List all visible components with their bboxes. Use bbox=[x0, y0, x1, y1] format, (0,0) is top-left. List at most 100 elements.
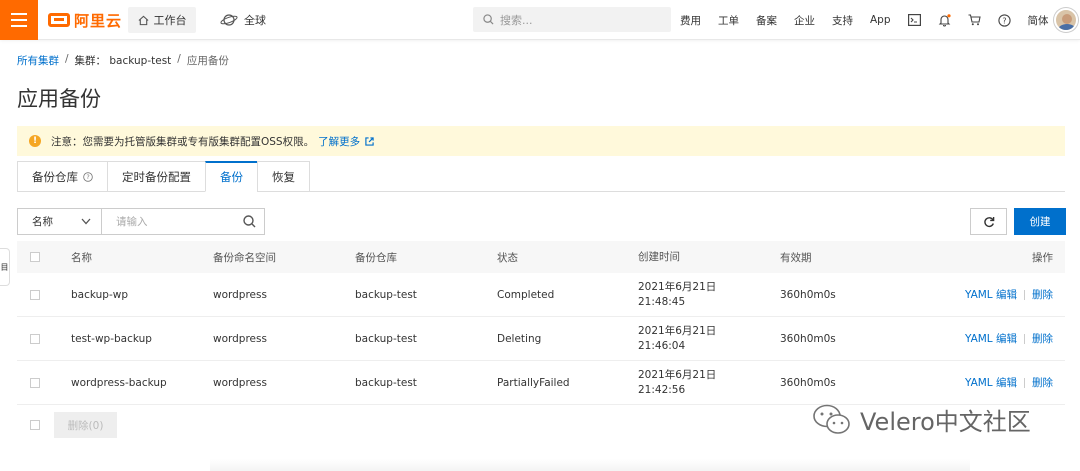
terminal-icon[interactable] bbox=[908, 13, 922, 27]
language-switch[interactable]: 简体 bbox=[1028, 13, 1049, 28]
action-divider bbox=[1024, 289, 1025, 300]
global-search-input[interactable]: 搜索... bbox=[473, 7, 671, 32]
yaml-edit-link[interactable]: YAML 编辑 bbox=[965, 375, 1017, 390]
nav-right: 费用 工单 备案 企业 支持 App ? 简体 bbox=[680, 0, 1066, 40]
side-drawer-handle[interactable]: 目 bbox=[0, 248, 10, 286]
search-icon bbox=[483, 14, 494, 25]
yaml-edit-link[interactable]: YAML 编辑 bbox=[965, 331, 1017, 346]
notice-text: 注意：您需要为托管版集群或专有版集群配置OSS权限。 bbox=[51, 135, 315, 148]
nav-link-icp[interactable]: 备案 bbox=[756, 13, 777, 28]
search-placeholder: 搜索... bbox=[500, 13, 533, 27]
created-time: 21:48:45 bbox=[638, 295, 686, 308]
col-name: 名称 bbox=[71, 251, 92, 264]
breadcrumb-all-clusters[interactable]: 所有集群 bbox=[17, 53, 59, 68]
select-all-checkbox[interactable] bbox=[30, 252, 40, 262]
created-date: 2021年6月21日 bbox=[638, 368, 717, 381]
breadcrumb-separator: / bbox=[65, 53, 69, 65]
region-label: 全球 bbox=[244, 14, 266, 27]
filter-field-select[interactable]: 名称 bbox=[18, 209, 102, 234]
breadcrumb-current: 应用备份 bbox=[186, 55, 229, 67]
tab-bar: 备份仓库 ? 定时备份配置 备份 恢复 bbox=[17, 161, 310, 192]
backup-repo: backup-test bbox=[355, 376, 417, 389]
search-filter: 名称 请输入 bbox=[17, 208, 265, 235]
row-checkbox[interactable] bbox=[30, 377, 40, 388]
breadcrumb-cluster[interactable]: 集群： backup-test bbox=[75, 53, 172, 68]
bell-icon[interactable] bbox=[938, 13, 952, 27]
tab-restore[interactable]: 恢复 bbox=[257, 161, 310, 192]
delete-link[interactable]: 删除 bbox=[1032, 375, 1053, 390]
col-ttl: 有效期 bbox=[780, 251, 812, 264]
backup-repo: backup-test bbox=[355, 332, 417, 345]
backup-ttl: 360h0m0s bbox=[780, 376, 836, 389]
nav-link-support[interactable]: 支持 bbox=[832, 13, 853, 28]
learn-more-link[interactable]: 了解更多 bbox=[318, 134, 375, 149]
filter-field-label: 名称 bbox=[32, 216, 53, 228]
col-repo: 备份仓库 bbox=[355, 251, 397, 264]
backup-namespace: wordpress bbox=[213, 288, 267, 301]
table-row: wordpress-backup wordpress backup-test P… bbox=[17, 361, 1065, 405]
backup-name: test-wp-backup bbox=[71, 332, 152, 345]
workbench-button[interactable]: 工作台 bbox=[128, 7, 196, 33]
backup-namespace: wordpress bbox=[213, 376, 267, 389]
backup-status: PartiallyFailed bbox=[497, 376, 570, 389]
oss-notice-banner: ! 注意：您需要为托管版集群或专有版集群配置OSS权限。 了解更多 bbox=[17, 126, 1065, 156]
footer-select-all-checkbox[interactable] bbox=[30, 420, 40, 430]
create-button[interactable]: 创建 bbox=[1014, 208, 1066, 235]
filter-input[interactable]: 请输入 bbox=[102, 209, 264, 234]
nav-link-tickets[interactable]: 工单 bbox=[718, 13, 739, 28]
col-ops: 操作 bbox=[1032, 251, 1053, 264]
search-icon[interactable] bbox=[243, 215, 256, 228]
learn-more-label: 了解更多 bbox=[318, 135, 361, 148]
row-checkbox[interactable] bbox=[30, 333, 40, 344]
backup-name: backup-wp bbox=[71, 288, 128, 301]
nav-link-billing[interactable]: 费用 bbox=[680, 13, 701, 28]
tab-schedule[interactable]: 定时备份配置 bbox=[107, 161, 206, 192]
created-time: 21:42:56 bbox=[638, 383, 686, 396]
row-checkbox[interactable] bbox=[30, 289, 40, 300]
created-date: 2021年6月21日 bbox=[638, 324, 717, 337]
table-row: backup-wp wordpress backup-test Complete… bbox=[17, 273, 1065, 317]
refresh-icon bbox=[983, 216, 994, 227]
external-link-icon bbox=[365, 136, 375, 146]
refresh-button[interactable] bbox=[970, 208, 1007, 235]
yaml-edit-link[interactable]: YAML 编辑 bbox=[965, 287, 1017, 302]
logo-text: 阿里云 bbox=[74, 11, 123, 30]
nav-link-app[interactable]: App bbox=[870, 14, 891, 26]
backup-ttl: 360h0m0s bbox=[780, 332, 836, 345]
chevron-down-icon bbox=[81, 218, 91, 225]
home-icon bbox=[138, 15, 148, 25]
tab-label: 恢复 bbox=[272, 169, 295, 184]
created-time: 21:46:04 bbox=[638, 339, 686, 352]
tab-backup-repo[interactable]: 备份仓库 ? bbox=[17, 161, 108, 192]
bulk-delete-button[interactable]: 删除(0) bbox=[54, 412, 117, 438]
tab-label: 备份仓库 bbox=[32, 169, 78, 184]
backup-created: 2021年6月21日 21:48:45 bbox=[638, 280, 716, 310]
delete-link[interactable]: 删除 bbox=[1032, 331, 1053, 346]
watermark: Velero中文社区 bbox=[812, 402, 1031, 437]
cart-icon[interactable] bbox=[968, 13, 982, 27]
aliyun-logo[interactable]: 阿里云 bbox=[48, 9, 122, 31]
backup-status: Completed bbox=[497, 288, 555, 301]
tab-backup[interactable]: 备份 bbox=[205, 161, 258, 192]
action-divider bbox=[1024, 377, 1025, 388]
help-circle-icon[interactable]: ? bbox=[83, 171, 93, 182]
top-navbar: 阿里云 工作台 全球 搜索... 费用 工单 备案 企业 支持 App ? 简体 bbox=[0, 0, 1080, 40]
globe-icon bbox=[220, 14, 238, 26]
created-date: 2021年6月21日 bbox=[638, 280, 717, 293]
region-selector[interactable]: 全球 bbox=[220, 7, 266, 33]
breadcrumb: 所有集群 / 集群： backup-test / 应用备份 bbox=[17, 53, 229, 68]
nav-link-enterprise[interactable]: 企业 bbox=[794, 13, 815, 28]
menu-icon[interactable] bbox=[0, 0, 38, 40]
watermark-text: Velero中文社区 bbox=[860, 408, 1031, 436]
row-actions: YAML 编辑 删除 bbox=[965, 375, 1053, 390]
avatar[interactable] bbox=[1054, 8, 1078, 32]
tab-label: 备份 bbox=[220, 170, 243, 184]
table-header: 名称 备份命名空间 备份仓库 状态 创建时间 有效期 操作 bbox=[17, 241, 1065, 273]
svg-text:?: ? bbox=[1002, 16, 1006, 25]
side-tab-label: 目 bbox=[0, 262, 9, 272]
backup-namespace: wordpress bbox=[213, 332, 267, 345]
backup-ttl: 360h0m0s bbox=[780, 288, 836, 301]
help-icon[interactable]: ? bbox=[998, 13, 1012, 27]
delete-link[interactable]: 删除 bbox=[1032, 287, 1053, 302]
logo-mark-icon bbox=[48, 13, 70, 27]
